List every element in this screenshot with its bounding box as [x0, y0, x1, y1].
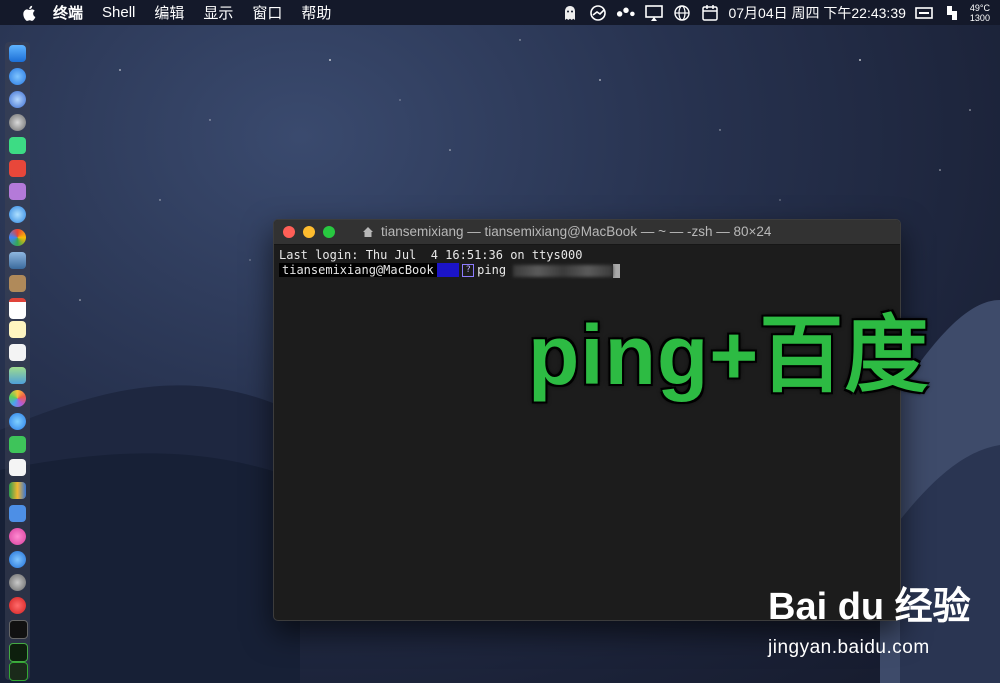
- chrome-icon[interactable]: [9, 229, 26, 246]
- prompt-status-icon: ?: [462, 264, 475, 277]
- safari-icon[interactable]: [9, 91, 26, 108]
- system-preferences-icon[interactable]: [9, 574, 26, 591]
- finder-icon[interactable]: [9, 45, 26, 62]
- terminal-icon[interactable]: [9, 620, 28, 639]
- keynote-icon[interactable]: [9, 505, 26, 522]
- app-store-icon[interactable]: [9, 68, 26, 85]
- maps-icon[interactable]: [9, 367, 26, 384]
- screen-mirror-icon[interactable]: [644, 4, 664, 22]
- prompt-user: tiansemixiang@MacBook: [279, 263, 437, 277]
- terminal-output[interactable]: Last login: Thu Jul 4 16:51:36 on ttys00…: [274, 245, 900, 281]
- weather-temperature: 49°C: [969, 2, 990, 13]
- calendar-app-icon[interactable]: [9, 298, 26, 319]
- contacts-icon[interactable]: [9, 275, 26, 292]
- weather-value: 1300: [969, 12, 990, 23]
- console-icon[interactable]: [9, 662, 28, 681]
- numbers-icon[interactable]: [9, 482, 26, 499]
- vpn-icon[interactable]: [588, 4, 608, 22]
- menu-app-name[interactable]: 终端: [53, 2, 83, 23]
- app-store-updates-icon[interactable]: [9, 551, 26, 568]
- vivaldi-icon[interactable]: [9, 597, 26, 614]
- watermark-url: jingyan.baidu.com: [768, 637, 930, 658]
- messages-icon[interactable]: [9, 413, 26, 430]
- dock: [5, 42, 30, 681]
- itunes-icon[interactable]: [9, 528, 26, 545]
- menu-shell[interactable]: Shell: [102, 4, 135, 21]
- share-dots-icon[interactable]: [616, 4, 636, 22]
- notes-icon[interactable]: [9, 321, 26, 338]
- minimize-button[interactable]: [303, 226, 315, 238]
- input-method-icon[interactable]: [942, 4, 962, 22]
- globe-icon[interactable]: [672, 4, 692, 22]
- status-area: 07月04日 周四 下午22:43:39 49°C 1300: [560, 0, 1000, 25]
- calendar-icon[interactable]: [700, 4, 720, 22]
- activity-monitor-icon[interactable]: [9, 643, 28, 662]
- blurred-address: [513, 264, 614, 277]
- weather-widget[interactable]: 49°C 1300: [970, 3, 990, 23]
- menu-clock[interactable]: 07月04日 周四 下午22:43:39: [728, 3, 905, 23]
- typora-icon[interactable]: [9, 160, 26, 177]
- ghost-icon[interactable]: [560, 4, 580, 22]
- prompt-directory: ~~: [436, 263, 460, 277]
- watermark-logo-text: Bai du 经验: [768, 586, 971, 628]
- photos-icon[interactable]: [9, 390, 26, 407]
- menu-help[interactable]: 帮助: [301, 2, 331, 23]
- text-cursor: [613, 263, 621, 278]
- keyboard-input-icon[interactable]: [914, 4, 934, 22]
- notes-app-icon[interactable]: [9, 183, 26, 200]
- watermark-logo: Bai du 经验: [768, 575, 971, 630]
- prompt-line: tiansemixiang@MacBook ~~? ping: [279, 263, 895, 278]
- menu-edit[interactable]: 编辑: [154, 2, 184, 23]
- terminal-window[interactable]: tiansemixiang — tiansemixiang@MacBook — …: [273, 219, 901, 621]
- android-studio-icon[interactable]: [9, 137, 26, 154]
- last-login-line: Last login: Thu Jul 4 16:51:36 on ttys00…: [279, 248, 583, 262]
- window-title-text: tiansemixiang — tiansemixiang@MacBook — …: [381, 224, 772, 239]
- home-folder-icon: [363, 226, 373, 237]
- preview-icon[interactable]: [9, 252, 26, 269]
- launchpad-icon[interactable]: [9, 114, 26, 131]
- facetime-icon[interactable]: [9, 436, 26, 453]
- caption-overlay: ping+百度: [528, 308, 930, 402]
- safari-browser-icon[interactable]: [9, 206, 26, 223]
- apple-menu-icon[interactable]: [21, 4, 39, 22]
- close-button[interactable]: [283, 226, 295, 238]
- menu-bar: 终端 Shell 编辑 显示 窗口 帮助 07月04日 周四 下午22:43:3…: [0, 0, 1000, 25]
- baidu-jingyan-watermark: Bai du 经验 jingyan.baidu.com: [768, 575, 988, 675]
- terminal-titlebar[interactable]: tiansemixiang — tiansemixiang@MacBook — …: [274, 220, 900, 245]
- textedit-icon[interactable]: [9, 459, 26, 476]
- typed-command: ping: [477, 263, 514, 277]
- maximize-button[interactable]: [323, 226, 335, 238]
- menu-view[interactable]: 显示: [203, 2, 233, 23]
- window-title: tiansemixiang — tiansemixiang@MacBook — …: [362, 224, 771, 239]
- menu-window[interactable]: 窗口: [252, 2, 282, 23]
- reminders-icon[interactable]: [9, 344, 26, 361]
